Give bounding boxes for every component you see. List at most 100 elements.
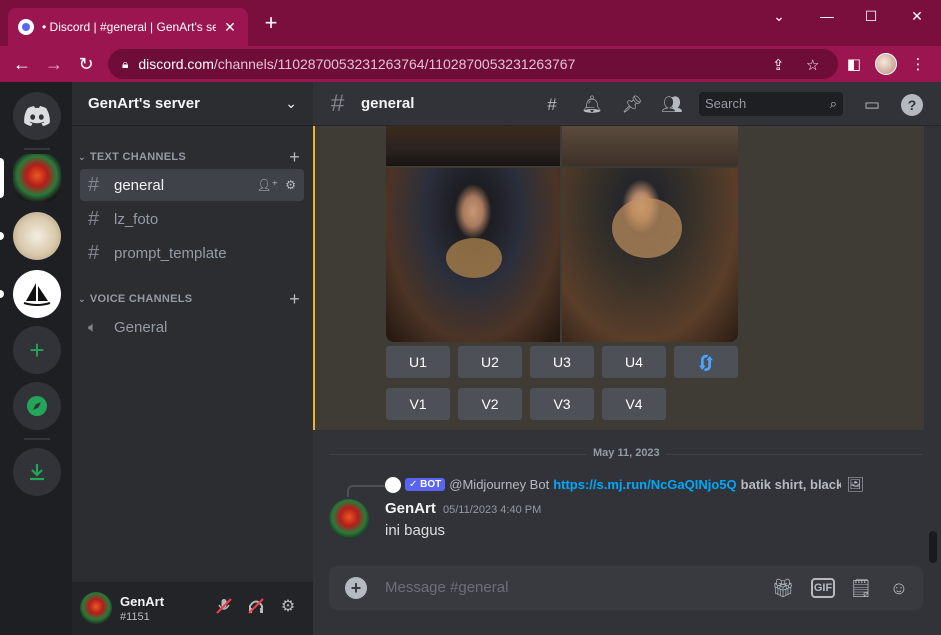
gift-icon[interactable]: 🎁︎ [771, 576, 795, 600]
search-placeholder: Search [705, 96, 747, 111]
share-icon[interactable]: ⇪ [772, 56, 785, 74]
user-settings-gear-icon[interactable]: ⚙ [278, 597, 298, 617]
message-input-placeholder[interactable]: Message #general [385, 579, 508, 596]
caret-down-icon: ⌄ [78, 293, 86, 304]
u4-button[interactable]: U4 [602, 346, 666, 378]
chevron-down-icon: ⌄ [285, 95, 297, 111]
mute-microphone-icon[interactable] [214, 597, 234, 617]
browser-menu-icon[interactable]: ⋮ [908, 55, 928, 73]
upscale-button-row: U1 U2 U3 U4 🔄︎ [386, 346, 738, 378]
voice-channels-category[interactable]: ⌄ VOICE CHANNELS + [78, 289, 300, 310]
channel-item-general[interactable]: # general 👤︎⁺ ⚙ [80, 169, 304, 201]
unread-pill [0, 290, 4, 298]
text-channels-category[interactable]: ⌄ TEXT CHANNELS + [78, 147, 300, 168]
browser-titlebar: • Discord | #general | GenArt's se ✕ + ⌄… [0, 0, 941, 46]
address-bar[interactable]: 🔒︎ discord.com/channels/1102870053231263… [108, 49, 838, 79]
channel-hash-icon: # [331, 89, 345, 117]
profile-avatar[interactable] [875, 53, 897, 75]
chat-area: # general # 🔔︎ 📌︎ 👥︎ Search ⌕ ▭ ? U1 U2 … [313, 82, 941, 635]
v1-button[interactable]: V1 [386, 388, 450, 420]
server-wizard-icon[interactable] [13, 212, 61, 260]
u3-button[interactable]: U3 [530, 346, 594, 378]
reply-mention[interactable]: @Midjourney Bot [449, 477, 549, 492]
generated-image-2[interactable] [562, 126, 738, 166]
channel-settings-gear-icon[interactable]: ⚙ [285, 178, 296, 192]
midjourney-bot-avatar [385, 476, 401, 493]
deafen-headphones-icon[interactable] [246, 597, 266, 617]
new-tab-icon[interactable]: + [260, 12, 282, 34]
user-discriminator: #1151 [120, 611, 150, 623]
tab-close-icon[interactable]: ✕ [222, 19, 238, 36]
v2-button[interactable]: V2 [458, 388, 522, 420]
add-server-icon[interactable]: + [13, 326, 61, 374]
download-apps-icon[interactable] [13, 448, 61, 496]
url-path: /channels/1102870053231263764/1102870053… [213, 56, 576, 72]
rail-separator [24, 438, 50, 440]
bot-badge: ✓ BOT [405, 478, 446, 491]
message-composer[interactable]: + Message #general 🎁︎ GIF 🗒︎ ☺ [329, 566, 923, 610]
create-text-channel-icon[interactable]: + [289, 147, 300, 168]
member-list-icon[interactable]: 👥︎ [661, 94, 683, 116]
generated-image-4[interactable] [562, 168, 738, 342]
channel-label: general [114, 176, 165, 194]
voice-channel-general[interactable]: 🔈︎ General [80, 311, 304, 343]
forward-arrow-icon[interactable]: → [42, 52, 66, 76]
inbox-icon[interactable]: ▭ [861, 94, 883, 116]
reply-link[interactable]: https://s.mj.run/NcGaQINjo5Q [553, 477, 736, 492]
v4-button[interactable]: V4 [602, 388, 666, 420]
threads-icon[interactable]: # [541, 94, 563, 116]
channel-item-prompt-template[interactable]: # prompt_template [80, 237, 304, 269]
generated-image-1[interactable] [386, 126, 560, 166]
browser-tab[interactable]: • Discord | #general | GenArt's se ✕ [8, 8, 248, 46]
reload-icon[interactable]: ↻ [74, 52, 98, 76]
maximize-icon[interactable]: ☐ [856, 6, 886, 26]
midjourney-image-grid[interactable] [386, 126, 738, 342]
explore-compass-icon[interactable] [13, 382, 61, 430]
generated-image-3[interactable] [386, 168, 560, 342]
channel-header: # general # 🔔︎ 📌︎ 👥︎ Search ⌕ ▭ ? [313, 82, 941, 126]
bookmark-star-icon[interactable]: ☆ [806, 56, 819, 74]
message-content: ini bagus [385, 522, 446, 539]
message-author-name[interactable]: GenArt [385, 500, 436, 517]
tab-search-chevron-icon[interactable]: ⌄ [764, 6, 794, 26]
selected-server-pill [0, 158, 4, 198]
speaker-icon: 🔈︎ [88, 318, 98, 336]
notification-bell-icon[interactable]: 🔔︎ [581, 94, 603, 116]
user-avatar[interactable] [80, 592, 112, 624]
message-timestamp: 05/11/2023 4:40 PM [443, 504, 542, 516]
server-genart-icon[interactable] [13, 154, 61, 202]
emoji-picker-icon[interactable]: ☺ [887, 576, 911, 600]
batik-pattern [446, 238, 502, 278]
pinned-messages-icon[interactable]: 📌︎ [621, 94, 643, 116]
upload-plus-icon[interactable]: + [345, 577, 367, 599]
help-icon[interactable]: ? [901, 94, 923, 116]
server-header[interactable]: GenArt's server ⌄ [72, 82, 313, 126]
reply-reference[interactable]: ✓ BOT @Midjourney Bot https://s.mj.run/N… [385, 476, 864, 493]
invite-member-icon[interactable]: 👤︎⁺ [256, 178, 278, 192]
u1-button[interactable]: U1 [386, 346, 450, 378]
reroll-button[interactable]: 🔄︎ [674, 346, 738, 378]
window-close-icon[interactable]: ✕ [902, 6, 932, 26]
channel-title: general [361, 95, 415, 112]
variation-button-row: V1 V2 V3 V4 [386, 388, 666, 420]
create-voice-channel-icon[interactable]: + [289, 289, 300, 310]
server-midjourney-icon[interactable] [13, 270, 61, 318]
channel-label: lz_foto [114, 210, 159, 228]
gif-picker-icon[interactable]: GIF [811, 578, 835, 598]
reroll-icon: 🔄︎ [697, 353, 715, 374]
sticker-icon[interactable]: 🗒︎ [849, 576, 873, 600]
message-author-avatar[interactable] [329, 499, 369, 539]
side-panel-icon[interactable]: ◧ [844, 55, 864, 73]
user-panel: GenArt #1151 ⚙ [72, 582, 313, 635]
back-arrow-icon[interactable]: ← [10, 52, 34, 76]
search-input[interactable]: Search ⌕ [699, 92, 843, 116]
discord-home-icon[interactable] [13, 92, 61, 140]
user-name: GenArt [120, 594, 165, 609]
v3-button[interactable]: V3 [530, 388, 594, 420]
minimize-icon[interactable]: — [812, 6, 842, 26]
channel-item-lz-foto[interactable]: # lz_foto [80, 203, 304, 235]
u2-button[interactable]: U2 [458, 346, 522, 378]
text-channel-hash-icon: # [88, 173, 100, 196]
bot-badge-label: BOT [420, 479, 442, 490]
scrollbar-thumb[interactable] [929, 531, 937, 563]
